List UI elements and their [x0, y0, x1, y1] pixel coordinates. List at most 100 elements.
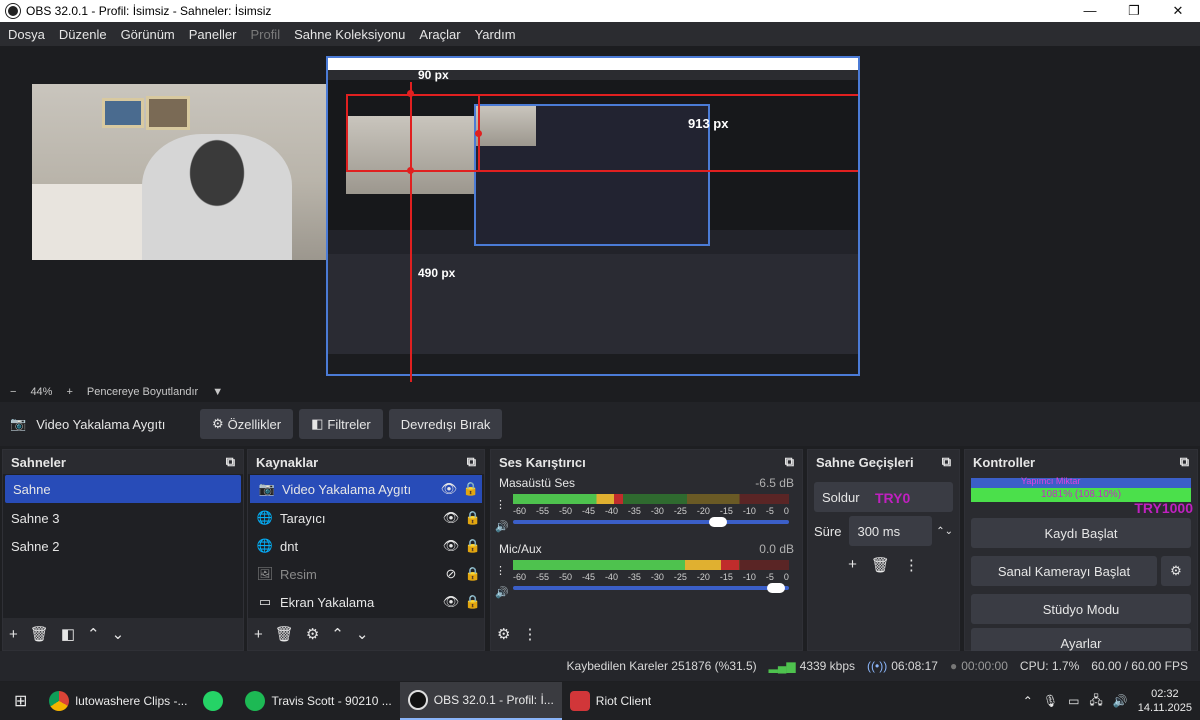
visibility-icon[interactable]: 👁: [440, 510, 462, 526]
visibility-icon[interactable]: 👁: [440, 538, 462, 554]
lock-icon[interactable]: 🔒: [462, 510, 484, 526]
start-recording-button[interactable]: Kaydı Başlat: [971, 518, 1191, 548]
visibility-icon[interactable]: 👁: [438, 481, 460, 497]
source-item[interactable]: 🖼 Resim ⊘ 🔒: [248, 560, 484, 588]
speaker-icon[interactable]: 🔊: [495, 516, 509, 538]
taskbar-obs[interactable]: OBS 32.0.1 - Profil: İ...: [399, 682, 562, 720]
menu-docks[interactable]: Paneller: [189, 27, 237, 42]
gear-icon[interactable]: ⚙: [497, 625, 510, 643]
menu-scene-collection[interactable]: Sahne Koleksiyonu: [294, 27, 405, 42]
volume-knob[interactable]: [708, 517, 727, 527]
taskbar-chrome[interactable]: lutowashere Clips -...: [41, 682, 195, 720]
zoom-out-button[interactable]: −: [10, 386, 16, 398]
start-virtual-camera-button[interactable]: Sanal Kamerayı Başlat: [971, 556, 1157, 586]
taskbar-spotify[interactable]: Travis Scott - 90210 ...: [237, 682, 399, 720]
filter-icon: ◧: [311, 416, 324, 431]
lock-icon[interactable]: 🔒: [462, 566, 484, 582]
scene-item[interactable]: Sahne: [5, 475, 241, 503]
lock-icon[interactable]: 🔒: [460, 481, 482, 497]
stepper-icon[interactable]: ⌃⌄: [936, 526, 953, 537]
arrow-down-icon[interactable]: ⌄: [356, 625, 369, 643]
volume-slider[interactable]: [513, 583, 789, 593]
undock-icon[interactable]: ⧉: [1180, 454, 1189, 470]
menu-help[interactable]: Yardım: [475, 27, 516, 42]
menu-view[interactable]: Görünüm: [121, 27, 175, 42]
preview-canvas[interactable]: 90 px 913 px 490 px: [0, 46, 1200, 382]
source-item[interactable]: ▭ Ekran Yakalama 👁 🔒: [248, 588, 484, 616]
visibility-icon[interactable]: 👁: [440, 594, 462, 610]
maximize-button[interactable]: ❐: [1112, 0, 1156, 22]
distance-label-bottom: 490 px: [418, 266, 456, 280]
source-label: Tarayıcı: [280, 510, 326, 526]
arrow-down-icon[interactable]: ⌄: [112, 625, 125, 643]
zoom-dropdown-icon[interactable]: ▼: [212, 386, 223, 398]
nested-screen-capture: [326, 56, 860, 376]
filters-button[interactable]: ◧ Filtreler: [299, 409, 383, 439]
source-label: Ekran Yakalama: [280, 594, 375, 610]
zoom-in-button[interactable]: +: [66, 386, 72, 398]
sources-title: Kaynaklar: [256, 454, 319, 470]
disable-button[interactable]: Devredışı Bırak: [388, 409, 503, 439]
microphone-icon[interactable]: 🎙: [1043, 694, 1058, 708]
menu-dots-icon[interactable]: ⋮: [495, 560, 509, 582]
undock-icon[interactable]: ⧉: [785, 454, 794, 470]
start-button[interactable]: ⊞: [0, 682, 41, 720]
virtual-camera-settings-button[interactable]: ⚙: [1161, 556, 1191, 586]
scene-item[interactable]: Sahne 2: [3, 532, 243, 560]
lock-icon[interactable]: 🔒: [462, 538, 484, 554]
studio-mode-button[interactable]: Stüdyo Modu: [971, 594, 1191, 624]
level-fill: [513, 494, 624, 504]
trash-icon[interactable]: 🗑: [871, 556, 890, 574]
undock-icon[interactable]: ⧉: [942, 454, 951, 470]
arrow-up-icon[interactable]: ⌃: [87, 625, 100, 643]
menu-dots-icon[interactable]: ⋮: [522, 625, 537, 643]
windows-taskbar: ⊞ lutowashere Clips -... Travis Scott - …: [0, 682, 1200, 720]
gear-icon: ⚙: [212, 416, 224, 431]
menu-edit[interactable]: Düzenle: [59, 27, 107, 42]
mixer-channel: Mic/Aux 0.0 dB ⋮ 🔊 -60 -55 -50 -45 -40 -35 -30 -2…: [491, 540, 802, 599]
camera-icon: 📷: [258, 481, 276, 496]
trash-icon[interactable]: 🗑: [275, 625, 294, 643]
taskbar-riot[interactable]: Riot Client: [562, 682, 659, 720]
taskbar-riot-label: Riot Client: [595, 694, 652, 708]
volume-knob[interactable]: [766, 583, 785, 593]
clock[interactable]: 02:32 14.11.2025: [1138, 687, 1192, 715]
battery-icon[interactable]: ▭: [1068, 694, 1079, 708]
monitor-icon: ▭: [258, 594, 272, 609]
selected-source: 📷 Video Yakalama Aygıtı: [10, 416, 200, 432]
menu-dots-icon[interactable]: ⋮: [495, 494, 509, 516]
undock-icon[interactable]: ⧉: [467, 454, 476, 470]
minimize-button[interactable]: —: [1068, 0, 1112, 22]
whatsapp-icon: [203, 691, 224, 711]
close-button[interactable]: ✕: [1156, 0, 1200, 22]
volume-icon[interactable]: 🔊: [1113, 694, 1128, 708]
menu-profile[interactable]: Profil: [250, 27, 280, 42]
source-item[interactable]: 🌐 dnt 👁 🔒: [248, 532, 484, 560]
taskbar-whatsapp[interactable]: [195, 682, 237, 720]
trash-icon[interactable]: 🗑: [30, 625, 49, 643]
undock-icon[interactable]: ⧉: [226, 454, 235, 470]
menu-bar: Dosya Düzenle Görünüm Paneller Profil Sa…: [0, 22, 1200, 46]
duration-input[interactable]: 300 ms: [849, 516, 933, 546]
speaker-icon[interactable]: 🔊: [495, 582, 509, 604]
add-icon[interactable]: +: [254, 626, 263, 643]
add-icon[interactable]: +: [9, 626, 18, 643]
filter-icon[interactable]: ◧: [61, 625, 75, 643]
menu-file[interactable]: Dosya: [8, 27, 45, 42]
chevron-up-icon[interactable]: ⌃: [1023, 694, 1033, 708]
properties-button[interactable]: ⚙ Özellikler: [200, 409, 294, 439]
menu-dots-icon[interactable]: ⋮: [904, 556, 919, 574]
source-item[interactable]: 📷 Video Yakalama Aygıtı 👁 🔒: [250, 475, 482, 503]
source-item[interactable]: 🌐 Tarayıcı 👁 🔒: [248, 504, 484, 532]
add-icon[interactable]: +: [848, 556, 857, 574]
menu-tools[interactable]: Araçlar: [419, 27, 460, 42]
scene-item[interactable]: Sahne 3: [3, 504, 243, 532]
network-icon[interactable]: 🖧: [1089, 691, 1102, 712]
overlay-try-left: TRY0: [875, 490, 911, 506]
gear-icon[interactable]: ⚙: [306, 625, 319, 643]
lock-icon[interactable]: 🔒: [462, 594, 484, 610]
hidden-icon[interactable]: ⊘: [440, 566, 462, 582]
volume-slider[interactable]: [513, 517, 789, 527]
record-icon: ●: [949, 659, 958, 673]
arrow-up-icon[interactable]: ⌃: [331, 625, 344, 643]
